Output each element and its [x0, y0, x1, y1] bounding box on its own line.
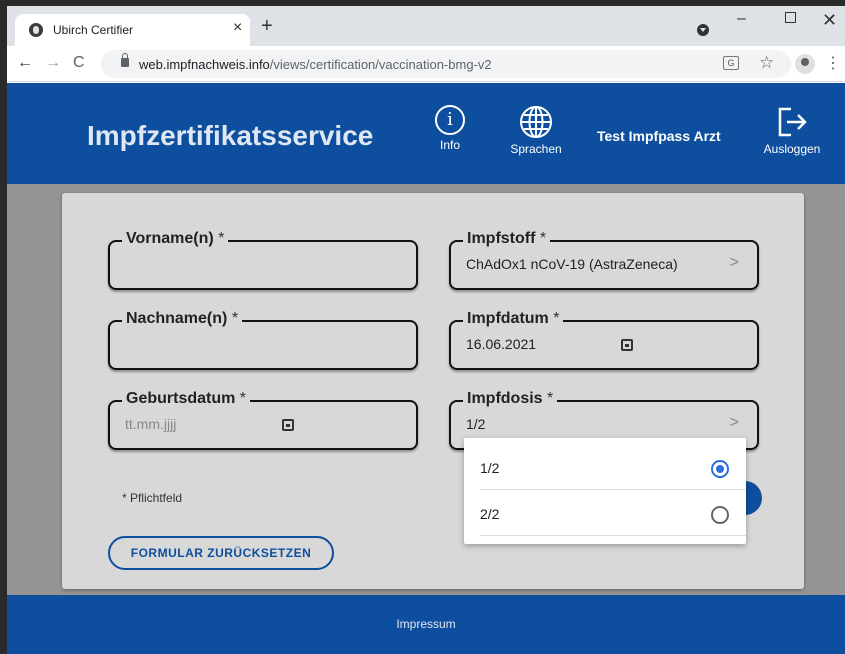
reset-form-button[interactable]: FORMULAR ZURÜCKSETZEN — [108, 536, 334, 570]
chevron-right-icon: > — [729, 414, 739, 431]
radio-selected-icon[interactable] — [711, 460, 729, 478]
dose-option-label: 2/2 — [480, 506, 500, 522]
url-host: web.impfnachweis.info — [139, 57, 270, 72]
ubirch-favicon-icon — [29, 23, 43, 37]
dose-dropdown-menu: 1/2 2/2 — [464, 438, 746, 544]
translate-icon[interactable]: G — [723, 56, 739, 70]
radio-unselected-icon[interactable] — [711, 506, 729, 524]
reload-button[interactable]: C — [73, 54, 85, 72]
logout-button[interactable]: Ausloggen — [757, 105, 827, 156]
language-label: Sprachen — [510, 142, 562, 156]
tab-title: Ubirch Certifier — [53, 23, 134, 37]
globe-icon — [520, 106, 552, 138]
bookmark-star-icon[interactable]: ☆ — [759, 53, 774, 73]
calendar-icon[interactable] — [282, 419, 294, 431]
dose-value: 1/2 — [466, 416, 486, 432]
address-bar[interactable]: web.impfnachweis.info/views/certificatio… — [101, 50, 791, 78]
minimize-button[interactable]: – — [737, 10, 746, 28]
url-path: /views/certification/vaccination-bmg-v2 — [269, 57, 492, 72]
browser-menu-icon[interactable]: ⋮ — [825, 53, 841, 73]
extension-icon[interactable] — [697, 24, 709, 36]
vaccination-date-legend: Impfdatum * — [463, 310, 564, 328]
user-name: Test Impfpass Arzt — [597, 128, 721, 144]
forward-button[interactable]: → — [45, 54, 61, 72]
calendar-icon[interactable] — [621, 339, 633, 351]
dose-option-label: 1/2 — [480, 460, 500, 476]
birth-date-label: Geburtsdatum — [126, 390, 236, 407]
chevron-right-icon: > — [729, 254, 739, 271]
first-name-field[interactable]: Vorname(n) * — [108, 230, 418, 290]
info-button[interactable]: i Info — [435, 105, 465, 152]
close-window-button[interactable]: ✕ — [822, 10, 837, 31]
logout-icon — [778, 107, 807, 137]
last-name-label: Nachname(n) — [126, 310, 228, 327]
last-name-legend: Nachname(n) * — [122, 310, 243, 328]
vaccination-date-value[interactable]: 16.06.2021 — [466, 336, 536, 352]
required-marker: * — [547, 390, 554, 407]
required-marker: * — [231, 310, 239, 327]
vaccination-date-field[interactable]: Impfdatum * 16.06.2021 — [449, 310, 759, 370]
vaccination-date-label: Impfdatum — [467, 310, 549, 327]
maximize-button[interactable] — [785, 12, 796, 23]
url-text[interactable]: web.impfnachweis.info/views/certificatio… — [139, 57, 492, 72]
required-field-note: * Pflichtfeld — [122, 491, 183, 505]
app-brand-title: Impfzertifikatsservice — [87, 120, 374, 151]
dose-option-1-2[interactable]: 1/2 — [464, 444, 746, 490]
required-marker: * — [553, 310, 560, 327]
tab-close-icon[interactable]: × — [233, 19, 242, 37]
language-button[interactable]: Sprachen — [501, 105, 571, 156]
info-label: Info — [439, 138, 460, 152]
vaccine-select[interactable]: Impfstoff * ChAdOx1 nCoV-19 (AstraZeneca… — [449, 230, 759, 290]
first-name-label: Vorname(n) — [126, 230, 214, 247]
birth-date-placeholder[interactable]: tt.mm.jjjj — [125, 416, 176, 432]
vaccine-label: Impfstoff — [467, 230, 536, 247]
dose-option-2-2[interactable]: 2/2 — [464, 490, 746, 536]
info-icon: i — [435, 105, 465, 135]
impressum-link[interactable]: Impressum — [7, 617, 845, 631]
required-marker: * — [239, 390, 247, 407]
required-marker: * — [539, 230, 547, 247]
app-header: Impfzertifikatsservice i Info Sprachen T… — [7, 83, 845, 184]
birth-date-field[interactable]: Geburtsdatum * tt.mm.jjjj — [108, 390, 418, 450]
first-name-legend: Vorname(n) * — [122, 230, 229, 248]
dose-label: Impfdosis — [467, 390, 543, 407]
required-marker: * — [218, 230, 225, 247]
birth-date-legend: Geburtsdatum * — [122, 390, 251, 408]
last-name-field[interactable]: Nachname(n) * — [108, 310, 418, 370]
browser-window: Ubirch Certifier × + – ✕ ← → C web.impfn… — [7, 6, 845, 654]
profile-avatar-icon[interactable] — [795, 54, 815, 74]
option-divider — [480, 535, 746, 536]
tab-strip: Ubirch Certifier × + – ✕ — [7, 6, 845, 46]
new-tab-button[interactable]: + — [261, 15, 273, 38]
browser-tab[interactable]: Ubirch Certifier × — [15, 14, 250, 46]
dose-legend: Impfdosis * — [463, 390, 558, 408]
vaccine-legend: Impfstoff * — [463, 230, 551, 248]
vaccine-value: ChAdOx1 nCoV-19 (AstraZeneca) — [466, 256, 678, 272]
logout-label: Ausloggen — [763, 142, 821, 156]
page-footer: Impressum — [7, 595, 845, 654]
lock-icon[interactable] — [121, 53, 129, 67]
back-button[interactable]: ← — [17, 54, 33, 72]
browser-toolbar: ← → C web.impfnachweis.info/views/certif… — [7, 46, 845, 82]
